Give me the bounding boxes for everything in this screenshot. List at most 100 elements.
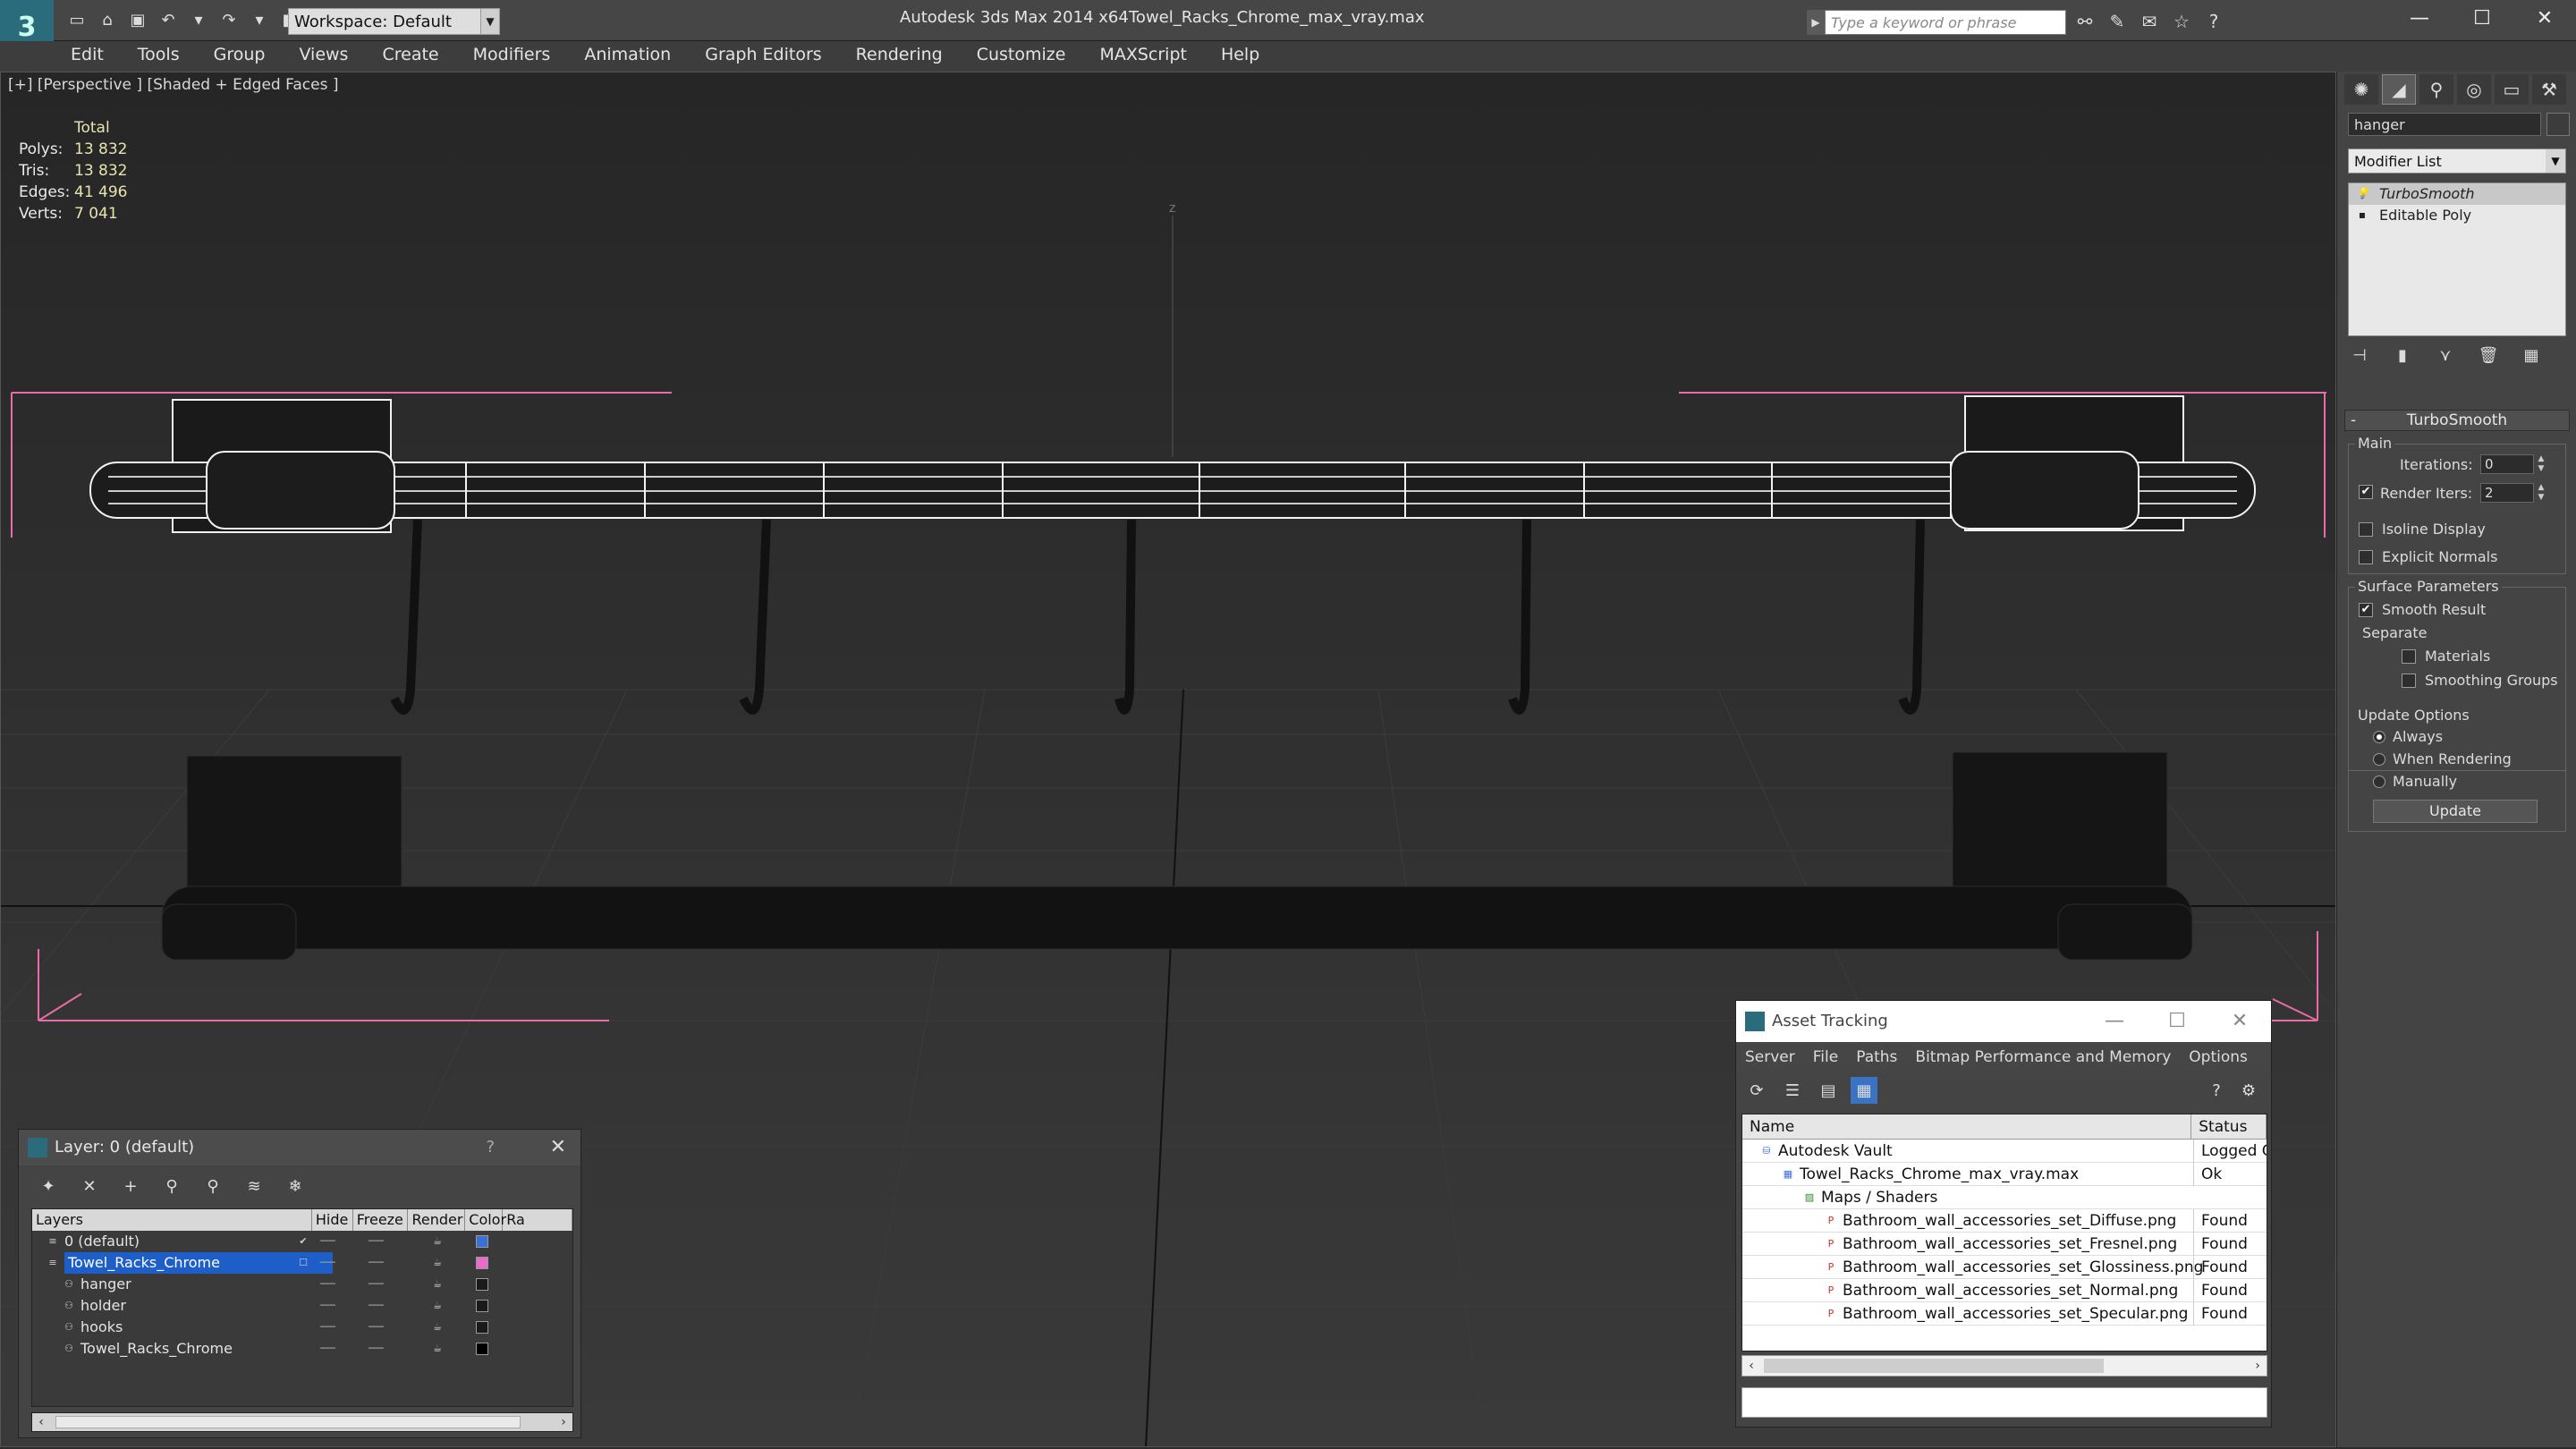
layer-color-swatch[interactable] xyxy=(476,1343,488,1355)
teapot-render-icon[interactable]: ☕ xyxy=(431,1235,444,1248)
close-icon[interactable]: ✕ xyxy=(550,1130,566,1165)
asset-name[interactable]: Bathroom_wall_accessories_set_Fresnel.pn… xyxy=(1843,1233,2177,1256)
help-icon[interactable]: ? xyxy=(2200,9,2227,34)
minimize-icon[interactable]: — xyxy=(2388,0,2451,36)
freeze-toggle[interactable]: ── xyxy=(369,1317,384,1338)
always-radio[interactable] xyxy=(2373,731,2385,743)
display-tab-icon[interactable]: ▭ xyxy=(2495,74,2529,105)
layer-color-swatch[interactable] xyxy=(476,1321,488,1334)
layer-name[interactable]: Towel_Racks_Chrome xyxy=(80,1338,233,1360)
teapot-render-icon[interactable]: ☕ xyxy=(431,1278,444,1291)
hide-all-icon[interactable]: ≋ xyxy=(241,1173,267,1199)
object-name-input[interactable]: hanger xyxy=(2348,113,2541,136)
menu-create[interactable]: Create xyxy=(365,41,455,68)
teapot-render-icon[interactable]: ☕ xyxy=(431,1343,444,1355)
menu-edit[interactable]: Edit xyxy=(54,41,121,68)
scrollbar-thumb[interactable] xyxy=(1764,1359,2104,1373)
utilities-tab-icon[interactable]: ⚒ xyxy=(2532,74,2566,105)
asset-row[interactable]: P Bathroom_wall_accessories_set_Normal.pn… xyxy=(1742,1279,2267,1302)
refresh-icon[interactable]: ⟳ xyxy=(1743,1077,1770,1104)
layer-name[interactable]: holder xyxy=(80,1295,126,1317)
turbosmooth-rollout-header[interactable]: - TurboSmooth xyxy=(2344,410,2570,431)
asset-menu-options[interactable]: Options xyxy=(2180,1048,2257,1066)
layer-name[interactable]: hanger xyxy=(80,1274,131,1295)
maximize-icon[interactable]: ☐ xyxy=(2451,0,2513,36)
teapot-render-icon[interactable]: ☕ xyxy=(431,1321,444,1334)
scroll-left-icon[interactable]: ‹ xyxy=(32,1413,50,1431)
hide-toggle[interactable]: ── xyxy=(320,1252,335,1274)
asset-row[interactable]: P Bathroom_wall_accessories_set_Diffuse.p… xyxy=(1742,1209,2267,1233)
current-layer-check-icon[interactable]: ✔ xyxy=(297,1235,309,1248)
pin-stack-icon[interactable]: ⊣ xyxy=(2348,343,2371,367)
chevron-down-icon[interactable]: ▼ xyxy=(2546,149,2565,173)
favorites-star-icon[interactable]: ☆ xyxy=(2168,9,2195,34)
layer-row[interactable]: ≡ Towel_Racks_Chrome ── ── ☕ ☐ xyxy=(32,1252,572,1274)
asset-row[interactable]: ▨ Maps / Shaders xyxy=(1742,1186,2267,1209)
manually-radio[interactable] xyxy=(2373,775,2385,788)
scroll-left-icon[interactable]: ‹ xyxy=(1742,1356,1760,1376)
viewport-label[interactable]: [+] [Perspective ] [Shaded + Edged Faces… xyxy=(8,76,338,94)
remove-modifier-icon[interactable]: 🗑 xyxy=(2477,343,2500,367)
modify-tab-icon[interactable]: ◢ xyxy=(2382,74,2416,105)
asset-menu-paths[interactable]: Paths xyxy=(1847,1048,1906,1066)
asset-menu-file[interactable]: File xyxy=(1804,1048,1847,1066)
asset-menu-server[interactable]: Server xyxy=(1736,1048,1804,1066)
layer-row[interactable]: ⚇ holder ── ── ☕ xyxy=(32,1295,572,1317)
layer-window-titlebar[interactable]: Layer: 0 (default) ? ✕ xyxy=(19,1130,580,1165)
create-layer-icon[interactable]: ✦ xyxy=(35,1173,62,1199)
menu-graph-editors[interactable]: Graph Editors xyxy=(688,41,838,68)
close-icon[interactable]: ✕ xyxy=(2513,0,2576,36)
chevron-down-icon[interactable]: ▼ xyxy=(480,8,500,35)
list-view-icon[interactable]: ☰ xyxy=(1779,1077,1806,1104)
isoline-display-checkbox[interactable] xyxy=(2359,522,2373,537)
column-header-freeze[interactable]: Freeze xyxy=(353,1209,409,1231)
explicit-normals-checkbox[interactable] xyxy=(2359,550,2373,564)
stack-item-turbosmooth[interactable]: 💡 TurboSmooth xyxy=(2349,183,2565,205)
search-input[interactable]: Type a keyword or phrase xyxy=(1825,10,2066,35)
asset-name[interactable]: Bathroom_wall_accessories_set_Normal.png xyxy=(1843,1279,2178,1302)
menu-rendering[interactable]: Rendering xyxy=(839,41,960,68)
asset-row[interactable]: P Bathroom_wall_accessories_set_Glossines… xyxy=(1742,1256,2267,1279)
select-objects-icon[interactable]: ⚲ xyxy=(158,1173,185,1199)
modifier-list-dropdown[interactable]: Modifier List ▼ xyxy=(2348,148,2566,174)
undo-icon[interactable]: ↶ xyxy=(156,7,181,32)
motion-tab-icon[interactable]: ◎ xyxy=(2457,74,2491,105)
asset-menu-bitmap[interactable]: Bitmap Performance and Memory xyxy=(1906,1048,2180,1066)
expand-plus-icon[interactable]: ▪ xyxy=(2356,208,2368,221)
hierarchy-tab-icon[interactable]: ⚲ xyxy=(2419,74,2453,105)
menu-modifiers[interactable]: Modifiers xyxy=(456,41,568,68)
active-layer-box-icon[interactable]: ☐ xyxy=(297,1257,309,1269)
teapot-render-icon[interactable]: ☕ xyxy=(431,1257,444,1269)
menu-views[interactable]: Views xyxy=(282,41,365,68)
help-icon[interactable]: ? xyxy=(2203,1077,2230,1104)
menu-group[interactable]: Group xyxy=(197,41,283,68)
settings-icon[interactable]: ⚙ xyxy=(2235,1077,2262,1104)
stack-item-editable-poly[interactable]: ▪ Editable Poly xyxy=(2349,205,2565,226)
update-button[interactable]: Update xyxy=(2373,800,2538,823)
layer-row[interactable]: ⚇ hooks ── ── ☕ xyxy=(32,1317,572,1338)
column-header-color[interactable]: Color xyxy=(465,1209,506,1231)
asset-row[interactable]: ▦ Towel_Racks_Chrome_max_vray.max Ok xyxy=(1742,1163,2267,1186)
thumbnail-view-icon[interactable]: ▤ xyxy=(1815,1077,1842,1104)
column-header-render[interactable]: Render xyxy=(408,1209,466,1231)
menu-help[interactable]: Help xyxy=(1204,41,1276,68)
lightbulb-icon[interactable]: 💡 xyxy=(2356,187,2369,199)
spinner-arrows-icon[interactable]: ▲ ▼ xyxy=(2535,483,2547,503)
hide-toggle[interactable]: ── xyxy=(320,1231,335,1252)
layer-color-swatch[interactable] xyxy=(476,1235,488,1248)
highlight-layer-icon[interactable]: ⚲ xyxy=(199,1173,226,1199)
freeze-all-icon[interactable]: ❄ xyxy=(282,1173,309,1199)
column-header-name[interactable]: Name xyxy=(1742,1114,2192,1139)
asset-name[interactable]: Maps / Shaders xyxy=(1821,1186,1937,1209)
layer-color-swatch[interactable] xyxy=(476,1300,488,1312)
layer-row[interactable]: ⚇ Towel_Racks_Chrome ── ── ☕ xyxy=(32,1338,572,1360)
menu-maxscript[interactable]: MAXScript xyxy=(1082,41,1204,68)
asset-name[interactable]: Towel_Racks_Chrome_max_vray.max xyxy=(1800,1163,2079,1186)
save-file-icon[interactable]: ▣ xyxy=(125,7,150,32)
communication-icon[interactable]: ✉ xyxy=(2136,9,2163,34)
object-color-swatch[interactable] xyxy=(2546,113,2570,136)
smoothing-groups-checkbox[interactable] xyxy=(2402,674,2416,688)
freeze-toggle[interactable]: ── xyxy=(369,1295,384,1317)
layer-name[interactable]: Towel_Racks_Chrome xyxy=(64,1252,333,1274)
hide-toggle[interactable]: ── xyxy=(320,1274,335,1295)
